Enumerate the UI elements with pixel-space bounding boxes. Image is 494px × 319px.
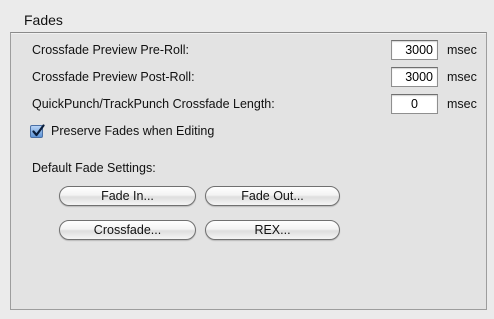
post-roll-field[interactable]: 3000 bbox=[391, 67, 438, 87]
checkmark-icon bbox=[32, 123, 45, 136]
fade-in-button[interactable]: Fade In... bbox=[59, 186, 196, 206]
section-title: Fades bbox=[24, 12, 63, 28]
preserve-fades-option[interactable]: Preserve Fades when Editing bbox=[30, 123, 214, 139]
crossfade-length-unit: msec bbox=[447, 97, 477, 111]
pre-roll-field[interactable]: 3000 bbox=[391, 40, 438, 60]
pre-roll-unit: msec bbox=[447, 43, 477, 57]
post-roll-unit: msec bbox=[447, 70, 477, 84]
crossfade-button[interactable]: Crossfade... bbox=[59, 220, 196, 240]
preserve-fades-checkbox[interactable] bbox=[30, 123, 45, 138]
fade-out-button[interactable]: Fade Out... bbox=[205, 186, 340, 206]
preferences-pane: Fades Crossfade Preview Pre-Roll: 3000 m… bbox=[0, 0, 494, 319]
post-roll-label: Crossfade Preview Post-Roll: bbox=[32, 70, 195, 84]
crossfade-length-label: QuickPunch/TrackPunch Crossfade Length: bbox=[32, 97, 275, 111]
preserve-fades-label: Preserve Fades when Editing bbox=[51, 124, 215, 138]
default-fade-settings-label: Default Fade Settings: bbox=[32, 161, 156, 175]
pre-roll-label: Crossfade Preview Pre-Roll: bbox=[32, 43, 189, 57]
crossfade-length-field[interactable]: 0 bbox=[391, 94, 438, 114]
rex-button[interactable]: REX... bbox=[205, 220, 340, 240]
